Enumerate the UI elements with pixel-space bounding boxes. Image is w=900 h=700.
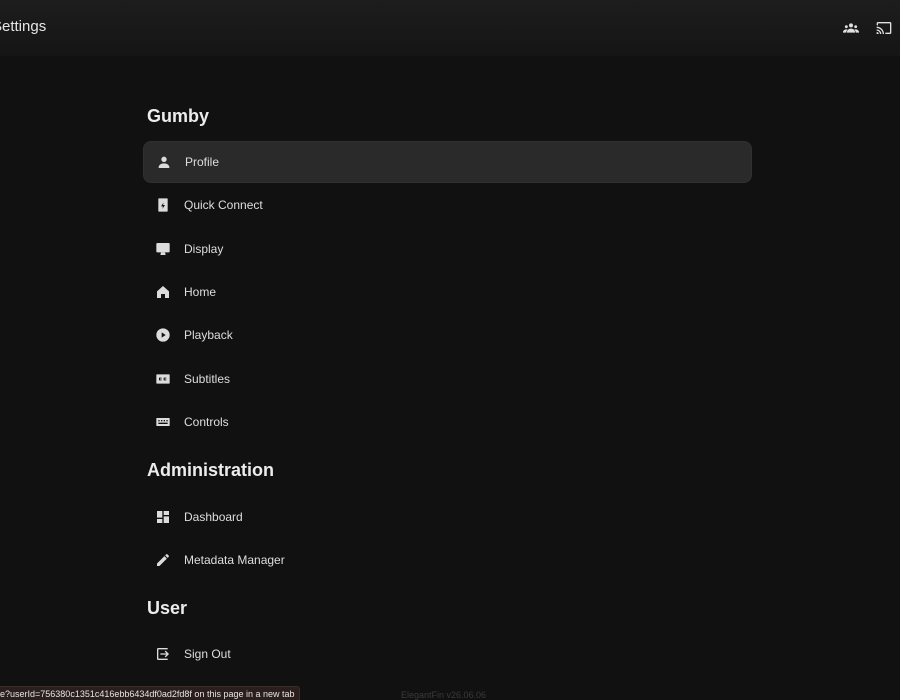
dashboard-icon xyxy=(155,509,171,525)
menu-item-label: Sign Out xyxy=(184,647,231,661)
users-button[interactable] xyxy=(841,18,861,38)
page-title: Settings xyxy=(0,18,47,35)
monitor-icon xyxy=(155,241,171,257)
cast-icon xyxy=(876,22,892,34)
menu-item-subtitles[interactable]: Subtitles xyxy=(143,358,752,400)
sign-out-icon xyxy=(155,646,171,662)
keyboard-icon xyxy=(155,414,171,430)
link-status-bar: e?userId=756380c1351c416ebb6434df0ad2fd8… xyxy=(0,686,300,700)
settings-page: Settings Gumby Profile Quick Connect xyxy=(0,0,900,700)
menu-item-dashboard[interactable]: Dashboard xyxy=(143,496,752,538)
person-icon xyxy=(156,154,172,170)
menu-item-label: Display xyxy=(184,242,224,256)
menu-item-label: Metadata Manager xyxy=(184,553,285,567)
app-header: Settings xyxy=(0,0,900,56)
menu-item-quick-connect[interactable]: Quick Connect xyxy=(143,184,752,226)
users-icon xyxy=(843,23,859,33)
section-title-administration: Administration xyxy=(147,460,275,480)
menu-item-display[interactable]: Display xyxy=(143,228,752,270)
menu-item-home[interactable]: Home xyxy=(143,271,752,313)
section-title-gumby: Gumby xyxy=(147,106,210,126)
menu-item-label: Quick Connect xyxy=(184,198,263,212)
cast-button[interactable] xyxy=(874,18,894,38)
menu-item-profile[interactable]: Profile xyxy=(143,141,752,183)
menu-item-label: Profile xyxy=(185,155,220,169)
menu-item-label: Controls xyxy=(184,415,229,429)
menu-item-label: Subtitles xyxy=(184,372,231,386)
menu-item-label: Dashboard xyxy=(184,510,243,524)
quick-connect-icon xyxy=(155,197,171,213)
section-title-user: User xyxy=(147,598,188,618)
menu-item-playback[interactable]: Playback xyxy=(143,314,752,356)
pencil-icon xyxy=(155,552,171,568)
menu-item-label: Playback xyxy=(184,328,233,342)
closed-caption-icon xyxy=(155,371,171,387)
play-circle-icon xyxy=(155,327,171,343)
menu-item-sign-out[interactable]: Sign Out xyxy=(143,633,752,675)
menu-item-metadata-manager[interactable]: Metadata Manager xyxy=(143,539,752,581)
menu-item-controls[interactable]: Controls xyxy=(143,401,752,443)
menu-item-label: Home xyxy=(184,285,217,299)
version-label: ElegantFin v26.06.06 xyxy=(401,690,487,700)
home-icon xyxy=(155,284,171,300)
